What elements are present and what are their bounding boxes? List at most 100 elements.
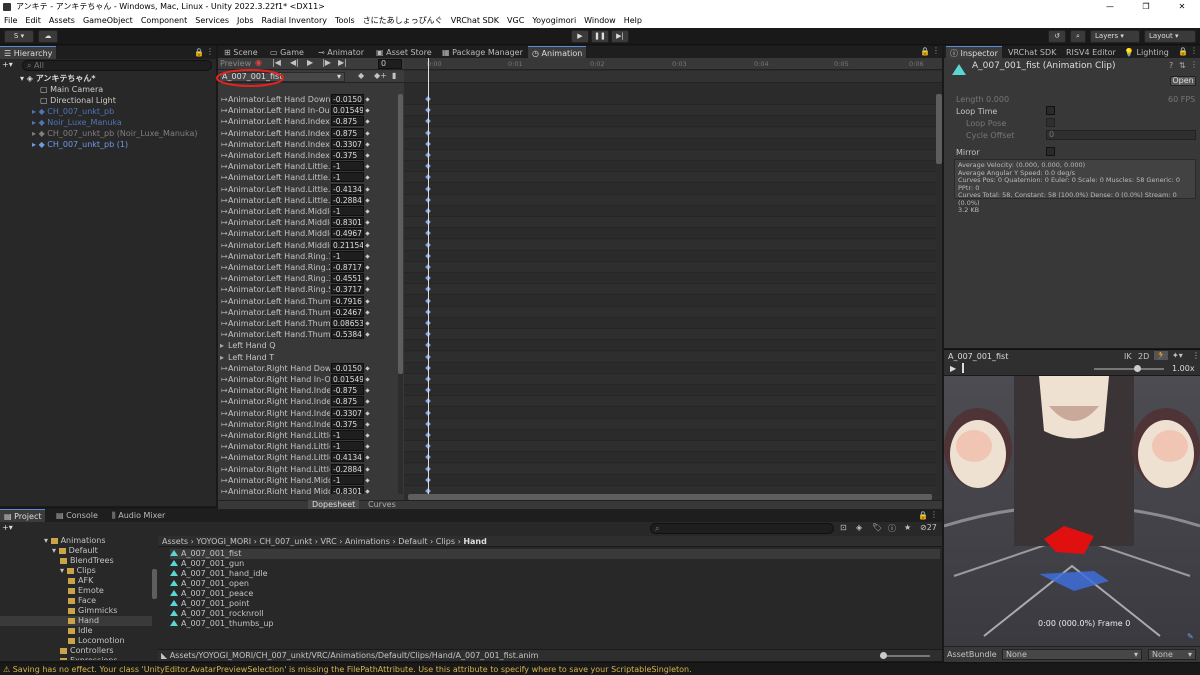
folder-item[interactable]: AFK	[68, 576, 155, 586]
hierarchy-item-prefab-2[interactable]: ▸ ◆ Noir_Luxe_Manuka	[32, 117, 122, 128]
help-icon[interactable]: ?	[1169, 61, 1173, 70]
keyframe-diamond-icon[interactable]	[365, 276, 370, 281]
property-value-input[interactable]: -0.5384	[331, 329, 364, 340]
breadcrumb-item[interactable]: Animations	[345, 537, 390, 546]
assetbundle-dropdown[interactable]: None ▾	[1002, 649, 1142, 660]
keyframe-diamond-icon[interactable]	[365, 433, 370, 438]
hierarchy-search-input[interactable]: ⌕ All	[22, 60, 212, 71]
add-icon[interactable]: +▾	[2, 523, 18, 534]
folder-item[interactable]: Emote	[68, 586, 155, 596]
keyframe-lane[interactable]	[404, 161, 936, 173]
keyframe-lane[interactable]	[404, 183, 936, 195]
menu-window[interactable]: Window	[580, 16, 620, 25]
folder-item[interactable]: Idle	[68, 626, 155, 636]
asset-item[interactable]: A_007_001_fist	[170, 549, 940, 559]
2d-toggle[interactable]: 2D	[1138, 352, 1149, 361]
lock-icon[interactable]: 🔒	[920, 47, 930, 56]
minimize-button[interactable]: —	[1092, 0, 1128, 14]
property-value-input[interactable]: -0.8301	[331, 486, 364, 494]
property-row[interactable]: ↦ Animator.Left Hand.Ring.2 S -0.8717	[218, 262, 398, 273]
keyframe-diamond-icon[interactable]	[365, 164, 370, 169]
tab-project[interactable]: ▤ Project	[0, 509, 46, 522]
property-row[interactable]: ↦Animator.Left Hand.Index.Spr-0.375	[218, 150, 398, 161]
keyframe-lane[interactable]	[404, 172, 936, 184]
property-row[interactable]: ↦Animator.Left Hand.Middle.2-0.8301	[218, 217, 398, 228]
account-button[interactable]: S ▾	[4, 30, 34, 43]
layout-dropdown[interactable]: Layout ▾	[1144, 30, 1196, 43]
info-icon[interactable]: ⓘ	[888, 523, 896, 534]
property-row[interactable]: ↦ Animator.Left Hand In-Out 0.01549	[218, 105, 398, 116]
property-value-input[interactable]: 0.01549	[331, 374, 364, 384]
property-row[interactable]: ▸ Left Hand Q	[218, 340, 398, 351]
kebab-menu-icon[interactable]: ⋮	[1190, 60, 1198, 69]
property-value-input[interactable]: -0.875	[331, 396, 364, 407]
tag-icon[interactable]: 🏷	[872, 523, 882, 532]
keyframe-lane[interactable]	[404, 194, 936, 206]
property-row[interactable]: ↦Animator.Left Hand Down-Up-0.0150	[218, 94, 398, 105]
property-value-input[interactable]: -0.4134	[331, 452, 364, 463]
keyframe-lane[interactable]	[404, 284, 936, 296]
status-bar[interactable]: ⚠ Saving has no effect. Your class 'Unit…	[0, 662, 1200, 675]
keyframe-lane[interactable]	[404, 318, 936, 329]
play-button[interactable]: ▶	[571, 30, 589, 43]
property-value-input[interactable]: 0.01549	[331, 105, 364, 116]
menu-radial-inventory[interactable]: Radial Inventory	[258, 16, 331, 25]
property-row[interactable]: ↦Animator.Left Hand.Middle.S0.21154	[218, 239, 398, 251]
menu-edit[interactable]: Edit	[21, 16, 45, 25]
keyframe-diamond-icon[interactable]	[365, 142, 370, 147]
keyframe-diamond-icon[interactable]	[365, 332, 370, 337]
keyframe-diamond-icon[interactable]	[365, 466, 370, 472]
menu-services[interactable]: Services	[191, 16, 233, 25]
frame-input[interactable]: 0	[378, 59, 402, 69]
property-value-input[interactable]: -1	[331, 441, 364, 452]
tab-curves[interactable]: Curves	[364, 500, 400, 509]
keyframe-lane[interactable]	[404, 217, 936, 229]
property-value-input[interactable]: -0.0150	[331, 362, 364, 373]
close-button[interactable]: ✕	[1164, 0, 1200, 14]
last-key-button[interactable]: ▶|	[338, 58, 347, 67]
property-row[interactable]: ↦Animator.Left Hand.Index.3 S-0.3307	[218, 138, 398, 150]
add-keyframe-icon[interactable]: ◆	[358, 71, 364, 80]
breadcrumb-item[interactable]: VRC	[320, 537, 336, 546]
asset-item[interactable]: A_007_001_rocknroll	[170, 609, 940, 619]
loop-time-checkbox[interactable]	[1046, 106, 1055, 115]
property-row[interactable]: ↦Animator.Left Hand.Ring.Spr-0.3717	[218, 284, 398, 295]
star-icon[interactable]: ★	[904, 523, 911, 532]
keyframe-diamond-icon[interactable]	[365, 422, 370, 427]
menu-component[interactable]: Component	[137, 16, 191, 25]
history-icon[interactable]: ↺	[1048, 30, 1066, 43]
property-row[interactable]: ↦Animator.Right Hand.Index.1-0.875	[218, 385, 398, 396]
keyframe-diamond-icon[interactable]	[365, 478, 370, 483]
property-row[interactable]: ↦ Animator.Right Hand Middle -0.8301	[218, 486, 398, 494]
property-row[interactable]: ↦Animator.Left Hand.Middle.3-0.4967	[218, 228, 398, 239]
keyframe-lane[interactable]	[404, 374, 936, 385]
keyframe-lane[interactable]	[404, 362, 936, 374]
hierarchy-item-prefab-4[interactable]: ▸ ◆ CH_007_unkt_pb (1)	[32, 139, 128, 150]
ik-toggle[interactable]: IK	[1124, 352, 1132, 361]
folder-item[interactable]: ▾ Animations	[44, 536, 154, 546]
keyframe-diamond-icon[interactable]	[365, 399, 370, 405]
playhead[interactable]	[428, 58, 429, 500]
property-value-input[interactable]: -0.7916	[331, 295, 364, 306]
property-row[interactable]: ↦Animator.Right Hand.Middle.1-1	[218, 474, 398, 486]
keyframe-diamond-icon[interactable]	[365, 97, 370, 102]
keyframe-diamond-icon[interactable]	[365, 410, 370, 416]
tab-hierarchy[interactable]: ☰ Hierarchy	[0, 46, 57, 59]
keyframe-diamond-icon[interactable]	[365, 265, 370, 270]
property-value-input[interactable]: -1	[331, 161, 364, 172]
assetbundle-variant-dropdown[interactable]: None ▾	[1148, 649, 1196, 660]
asset-item[interactable]: A_007_001_point	[170, 599, 940, 609]
menu-gameobject[interactable]: GameObject	[79, 16, 137, 25]
tab-lighting[interactable]: 💡 Lighting	[1120, 46, 1173, 59]
menu-yoyogimori[interactable]: Yoyogimori	[528, 16, 580, 25]
property-value-input[interactable]: -0.4551	[331, 273, 364, 284]
menu-help[interactable]: Help	[620, 16, 646, 25]
keyframe-diamond-icon[interactable]	[365, 321, 370, 326]
keyframe-lane[interactable]	[404, 385, 936, 397]
breadcrumb-item[interactable]: Clips	[436, 537, 455, 546]
keyframe-lane[interactable]	[404, 474, 936, 486]
property-row[interactable]: ↦Animator.Right Hand.Little.S-0.2884	[218, 463, 398, 475]
tab-console[interactable]: ▤ Console	[52, 509, 102, 522]
cloud-icon[interactable]: ☁	[38, 30, 58, 43]
event-lane[interactable]	[404, 71, 942, 83]
